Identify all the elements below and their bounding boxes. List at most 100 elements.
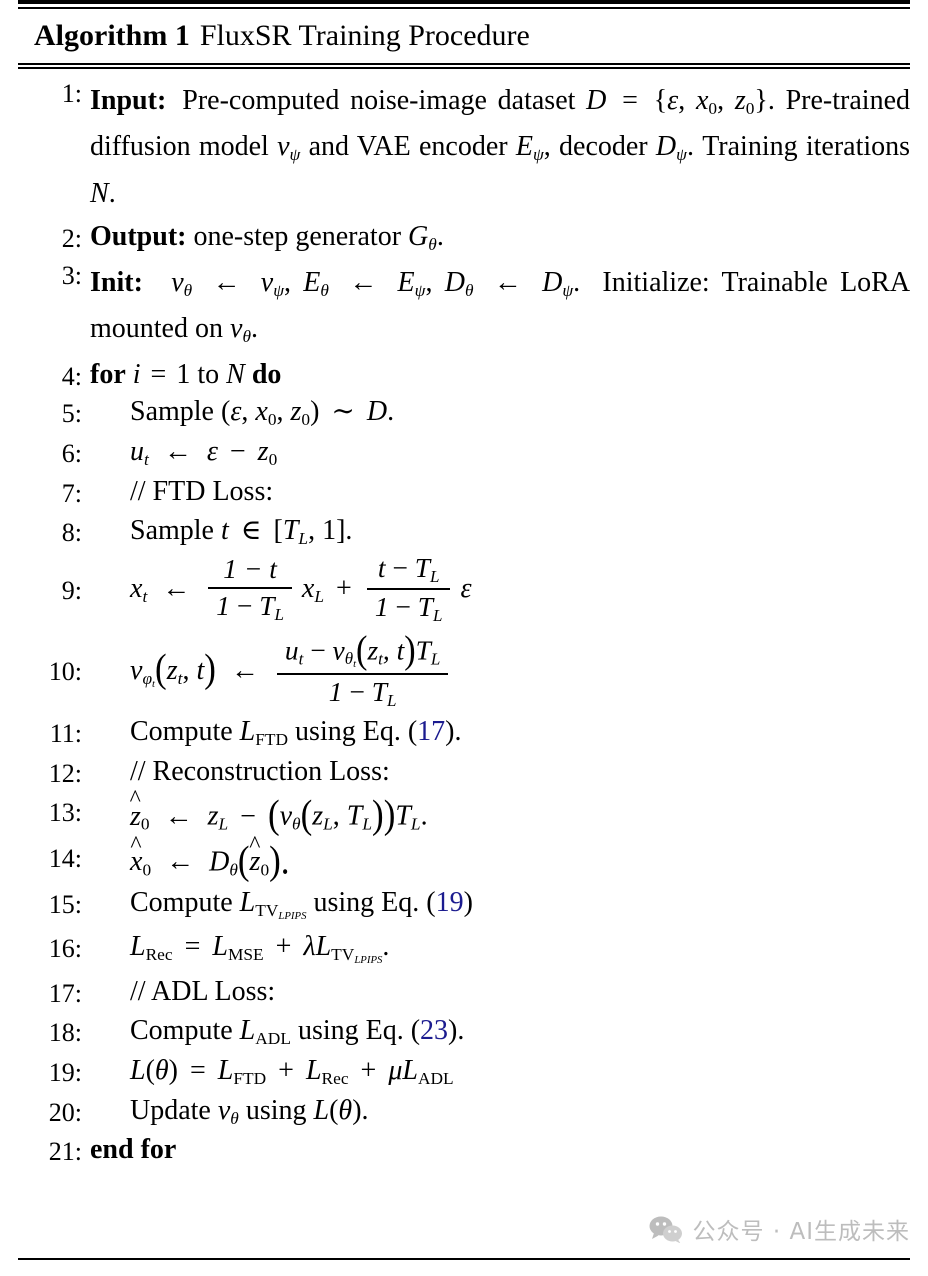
symbol-T-sub: L: [298, 528, 309, 548]
line-content: Init: vθ ← vψ, Eθ ← Eψ, Dθ ← Dψ. Initial…: [90, 260, 910, 353]
symbol-E-sub: ψ: [532, 145, 544, 165]
comma-1: ,: [241, 395, 249, 427]
algorithm-line-21: 21: end for: [18, 1135, 910, 1166]
line-content: LRec = LMSE + λLTVLPIPS.: [90, 933, 910, 966]
equation-reference-19[interactable]: 19: [436, 887, 464, 918]
line-content: Compute LTVLPIPS using Eq. (19): [90, 887, 910, 922]
minus-sign: −: [240, 800, 256, 832]
line-number: 9:: [61, 576, 82, 606]
symbol-theta: θ: [338, 1095, 353, 1127]
line-number: 1:: [61, 79, 82, 108]
keyword-do: do: [251, 358, 282, 390]
symbol-loss-rec: L: [130, 931, 146, 963]
line-content: // Reconstruction Loss:: [90, 757, 910, 786]
line-number: 20:: [48, 1098, 82, 1128]
line-keyword: Output:: [90, 221, 187, 253]
symbol-v-phi-sub: φt: [142, 668, 156, 690]
value-one: 1: [176, 358, 191, 390]
line-content: for i = 1 to N do: [90, 358, 910, 390]
period: .: [250, 313, 258, 345]
line-number: 5:: [61, 398, 82, 428]
symbol-decoder: D: [209, 846, 230, 878]
symbol-dataset: D: [586, 85, 607, 116]
algorithm-block: Algorithm 1 FluxSR Training Procedure 1: …: [0, 0, 928, 1276]
fraction-2-numerator: t − TL: [377, 553, 440, 586]
line-text-2: using Eq. (: [297, 1014, 421, 1046]
symbol-u-sub: t: [144, 449, 149, 469]
symbol-epsilon: ε: [667, 85, 679, 116]
algorithm-line-7: 7: // FTD Loss:: [18, 478, 910, 507]
line-text: Update: [130, 1095, 211, 1127]
paren-close-outer: ): [383, 792, 396, 837]
symbol-lambda: λ: [303, 931, 316, 963]
line-text: Compute: [130, 1014, 233, 1046]
symbol-loss-ftd-sub: FTD: [255, 729, 289, 749]
symbol-T: T: [282, 515, 299, 546]
line-text-4: , decoder: [543, 131, 648, 163]
line-number: 13:: [48, 797, 82, 827]
symbol-v-theta-sub: θ: [183, 280, 193, 300]
fraction-vphi: ut − vθt(zt, t)TL 1 − TL: [276, 628, 449, 710]
symbol-loss-ftd-sub: FTD: [233, 1068, 267, 1088]
algorithm-line-11: 11: Compute LFTD using Eq. (17).: [18, 715, 910, 749]
line-text: Sample: [130, 515, 214, 546]
symbol-z: z: [257, 435, 269, 467]
symbol-G-sub: θ: [428, 235, 437, 255]
line-content: ut ← ε − z0: [90, 435, 910, 469]
algorithm-line-3: 3: Init: vθ ← vψ, Eθ ← Eψ, Dθ ← Dψ. Init…: [18, 260, 910, 353]
symbol-v-sub: ψ: [289, 145, 301, 165]
comma-2: ,: [425, 266, 433, 298]
algorithm-title-label: Algorithm 1: [34, 19, 190, 52]
line-number: 12:: [48, 758, 82, 788]
line-number: 17:: [48, 978, 82, 1008]
algorithm-line-12: 12: // Reconstruction Loss:: [18, 757, 910, 788]
symbol-loss-tvlpips: L: [315, 931, 332, 963]
line-content: Compute LADL using Eq. (23).: [90, 1014, 910, 1047]
symbol-x-t-sub: t: [142, 587, 148, 607]
symbol-loss-adl: L: [402, 1055, 418, 1087]
symbol-loss-rec-sub: Rec: [145, 945, 173, 965]
symbol-D-theta-sub: θ: [464, 280, 474, 300]
watermark-text: 公众号 · AI生成未来: [692, 1219, 910, 1245]
plus-sign: +: [275, 931, 292, 963]
algorithm-title-name: FluxSR Training Procedure: [199, 19, 530, 52]
symbol-total-loss: L: [313, 1095, 330, 1127]
symbol-loss-mse: L: [212, 931, 228, 963]
symbol-v-theta: v: [217, 1095, 231, 1127]
fraction-2-denominator: 1 − TL: [366, 588, 451, 625]
symbol-v-theta-2-sub: θ: [242, 326, 251, 346]
line-text: Sample: [130, 395, 214, 427]
algorithm-line-9: 9: xt ← 1 − t 1 − TL xL + t − TL 1 − TL …: [18, 553, 910, 627]
equation-reference-23[interactable]: 23: [420, 1015, 448, 1046]
symbol-T-L-sub: L: [362, 814, 373, 834]
equation-reference-17[interactable]: 17: [417, 716, 445, 747]
line-content: end for: [90, 1135, 910, 1164]
symbol-v-theta-sub: θ: [230, 1109, 239, 1129]
line-text-1: Pre-computed noise-image dataset: [182, 85, 576, 116]
symbol-D-theta: D: [444, 266, 465, 298]
symbol-theta: θ: [154, 1055, 169, 1087]
symbol-z: z: [734, 85, 746, 116]
hat-accent: ^: [249, 831, 261, 858]
symbol-loss-lpips-sub: LPIPS: [354, 954, 383, 967]
brace-open: {: [653, 85, 668, 116]
symbol-loss-tv-sub: TVLPIPS: [331, 945, 383, 967]
line-content: vφt(zt, t) ← ut − vθt(zt, t)TL 1 − TL: [90, 628, 910, 712]
algorithm-title: Algorithm 1 FluxSR Training Procedure: [18, 9, 910, 63]
line-number: 21:: [48, 1136, 82, 1166]
assign-arrow: ←: [163, 435, 192, 467]
line-text-5: . Training iterations: [686, 131, 911, 163]
word-to: to: [197, 358, 220, 390]
symbol-x-t: x: [130, 573, 143, 605]
line-content: Update vθ using L(θ).: [90, 1095, 910, 1129]
symbol-loss-rec-sub: Rec: [321, 1068, 349, 1088]
line-content: ^ z0 ← zL − (vθ(zL, TL))TL.: [90, 785, 910, 837]
symbol-z-hat: ^ z: [129, 785, 141, 832]
symbol-u: u: [130, 435, 144, 467]
comment-adl-loss: // ADL Loss:: [130, 975, 276, 1007]
symbol-z-sub: 0: [301, 409, 311, 429]
line-keyword: Init:: [90, 266, 143, 298]
line-text: one-step generator: [193, 221, 402, 253]
algorithm-line-17: 17: // ADL Loss:: [18, 975, 910, 1008]
symbol-loss-ftd: L: [239, 715, 256, 747]
